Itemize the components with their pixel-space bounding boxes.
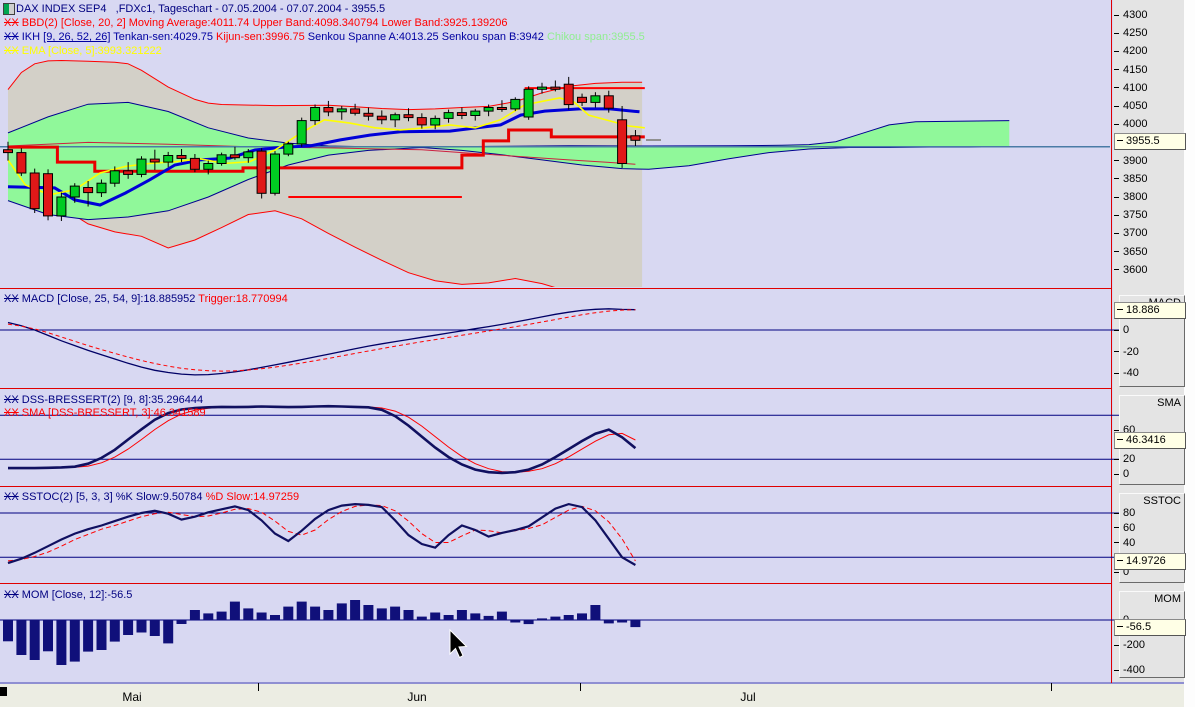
right-edge-strip	[1184, 0, 1195, 707]
axis-tick	[1114, 373, 1119, 374]
current-price-box: 3955.5	[1114, 133, 1186, 150]
axis-tick	[1114, 670, 1119, 671]
axis-tick	[1114, 87, 1119, 88]
axis-tick-label: -400	[1123, 664, 1146, 676]
axis-tick-label: 3650	[1123, 245, 1148, 258]
axis-tick-label: -20	[1123, 345, 1139, 358]
axis-tick-label: 4000	[1123, 118, 1148, 131]
chart-surface[interactable]	[0, 0, 1112, 683]
mom-panel-header[interactable]: XX MOM [Close, 12]:-56.5	[4, 589, 132, 601]
axis-tick	[1114, 351, 1119, 352]
dss-panel-header[interactable]: XX DSS-BRESSERT(2) [9, 8]:35.296444	[4, 394, 203, 406]
month-tick	[258, 683, 259, 691]
month-tick	[580, 683, 581, 691]
charting-app-window: DAX INDEX SEP4 ,FDXc1, Tageschart - 07.0…	[0, 0, 1195, 707]
axis-tick	[1114, 197, 1119, 198]
month-label: Jun	[407, 690, 427, 704]
axis-tick-label: 3900	[1123, 154, 1148, 167]
axis-tick	[1114, 33, 1119, 34]
axis-tick	[1114, 15, 1119, 16]
axis-tick	[1114, 542, 1119, 543]
sstoc-panel-header[interactable]: XX SSTOC(2) [5, 3, 3] %K Slow:9.50784 %D…	[4, 491, 299, 503]
axis-corner-mark	[0, 687, 7, 696]
mom-axis-label: MOM	[1154, 593, 1181, 605]
axis-tick-label: 3700	[1123, 227, 1148, 240]
axis-tick-label: 3850	[1123, 172, 1148, 185]
mom-value-box: -56.5	[1114, 619, 1186, 636]
time-axis-border	[0, 682, 1184, 684]
panel-separator	[0, 486, 1112, 487]
panel-separator	[0, 288, 1112, 289]
axis-tick	[1114, 645, 1119, 646]
dss-value-box: 46.3416	[1114, 432, 1186, 449]
axis-tick	[1114, 51, 1119, 52]
sstoc-axis-label: SSTOC	[1143, 495, 1181, 507]
axis-tick	[1114, 106, 1119, 107]
month-tick	[1051, 683, 1052, 691]
axis-tick-label: 4250	[1123, 27, 1148, 40]
axis-tick	[1114, 124, 1119, 125]
axis-tick-label: 4100	[1123, 81, 1148, 94]
panel-separator	[0, 583, 1112, 584]
axis-tick-label: 3600	[1123, 263, 1148, 276]
month-label: Mai	[122, 690, 142, 704]
axis-tick	[1114, 251, 1119, 252]
dss-axis-label: SMA	[1157, 397, 1181, 409]
axis-tick-label: 80	[1123, 507, 1136, 519]
axis-tick-label: 0	[1123, 468, 1130, 480]
axis-tick	[1114, 215, 1119, 216]
axis-tick	[1114, 269, 1119, 270]
axis-tick	[1114, 330, 1119, 331]
axis-separator	[1111, 0, 1112, 683]
axis-tick	[1114, 572, 1119, 573]
sstoc-value-box: 14.9726	[1114, 553, 1186, 570]
axis-tick-label: 4150	[1123, 63, 1148, 76]
axis-tick-label: 4050	[1123, 100, 1148, 112]
axis-tick-label: 20	[1123, 453, 1136, 466]
time-axis[interactable]	[0, 684, 1184, 707]
axis-tick	[1114, 69, 1119, 70]
axis-tick	[1114, 459, 1119, 460]
bbd-indicator-header[interactable]: XX BBD(2) [Close, 20, 2] Moving Average:…	[4, 17, 508, 29]
axis-tick	[1114, 474, 1119, 475]
axis-tick-label: 3750	[1123, 209, 1148, 222]
axis-tick-label: 0	[1123, 324, 1130, 336]
axis-tick-label: 4200	[1123, 45, 1148, 58]
axis-tick	[1114, 160, 1119, 161]
axis-tick	[1114, 430, 1119, 431]
month-label: Jul	[740, 690, 756, 704]
axis-tick	[1114, 527, 1119, 528]
axis-tick-label: 40	[1123, 536, 1136, 549]
dss-sma-panel-header[interactable]: XX SMA [DSS-BRESSERT, 3]:46.341589	[4, 407, 206, 419]
axis-tick	[1114, 178, 1119, 179]
panel-separator	[0, 388, 1112, 389]
axis-tick-label: 3800	[1123, 191, 1148, 203]
axis-tick	[1114, 233, 1119, 234]
chart-title: DAX INDEX SEP4 ,FDXc1, Tageschart - 07.0…	[16, 3, 386, 15]
ema-indicator-header[interactable]: XX EMA [Close, 5]:3993.321222	[4, 45, 162, 57]
macd-panel-header[interactable]: XX MACD [Close, 25, 54, 9]:18.885952 Tri…	[4, 293, 288, 305]
window-icon	[3, 3, 15, 15]
axis-tick-label: 60	[1123, 521, 1136, 534]
macd-value-box: 18.886	[1114, 302, 1186, 319]
axis-tick-label: 4300	[1123, 9, 1148, 21]
axis-tick-label: -40	[1123, 367, 1139, 379]
axis-tick-label: -200	[1123, 639, 1146, 651]
axis-tick	[1114, 513, 1119, 514]
ikh-indicator-header[interactable]: XX IKH [9, 26, 52, 26] Tenkan-sen:4029.7…	[4, 31, 645, 43]
